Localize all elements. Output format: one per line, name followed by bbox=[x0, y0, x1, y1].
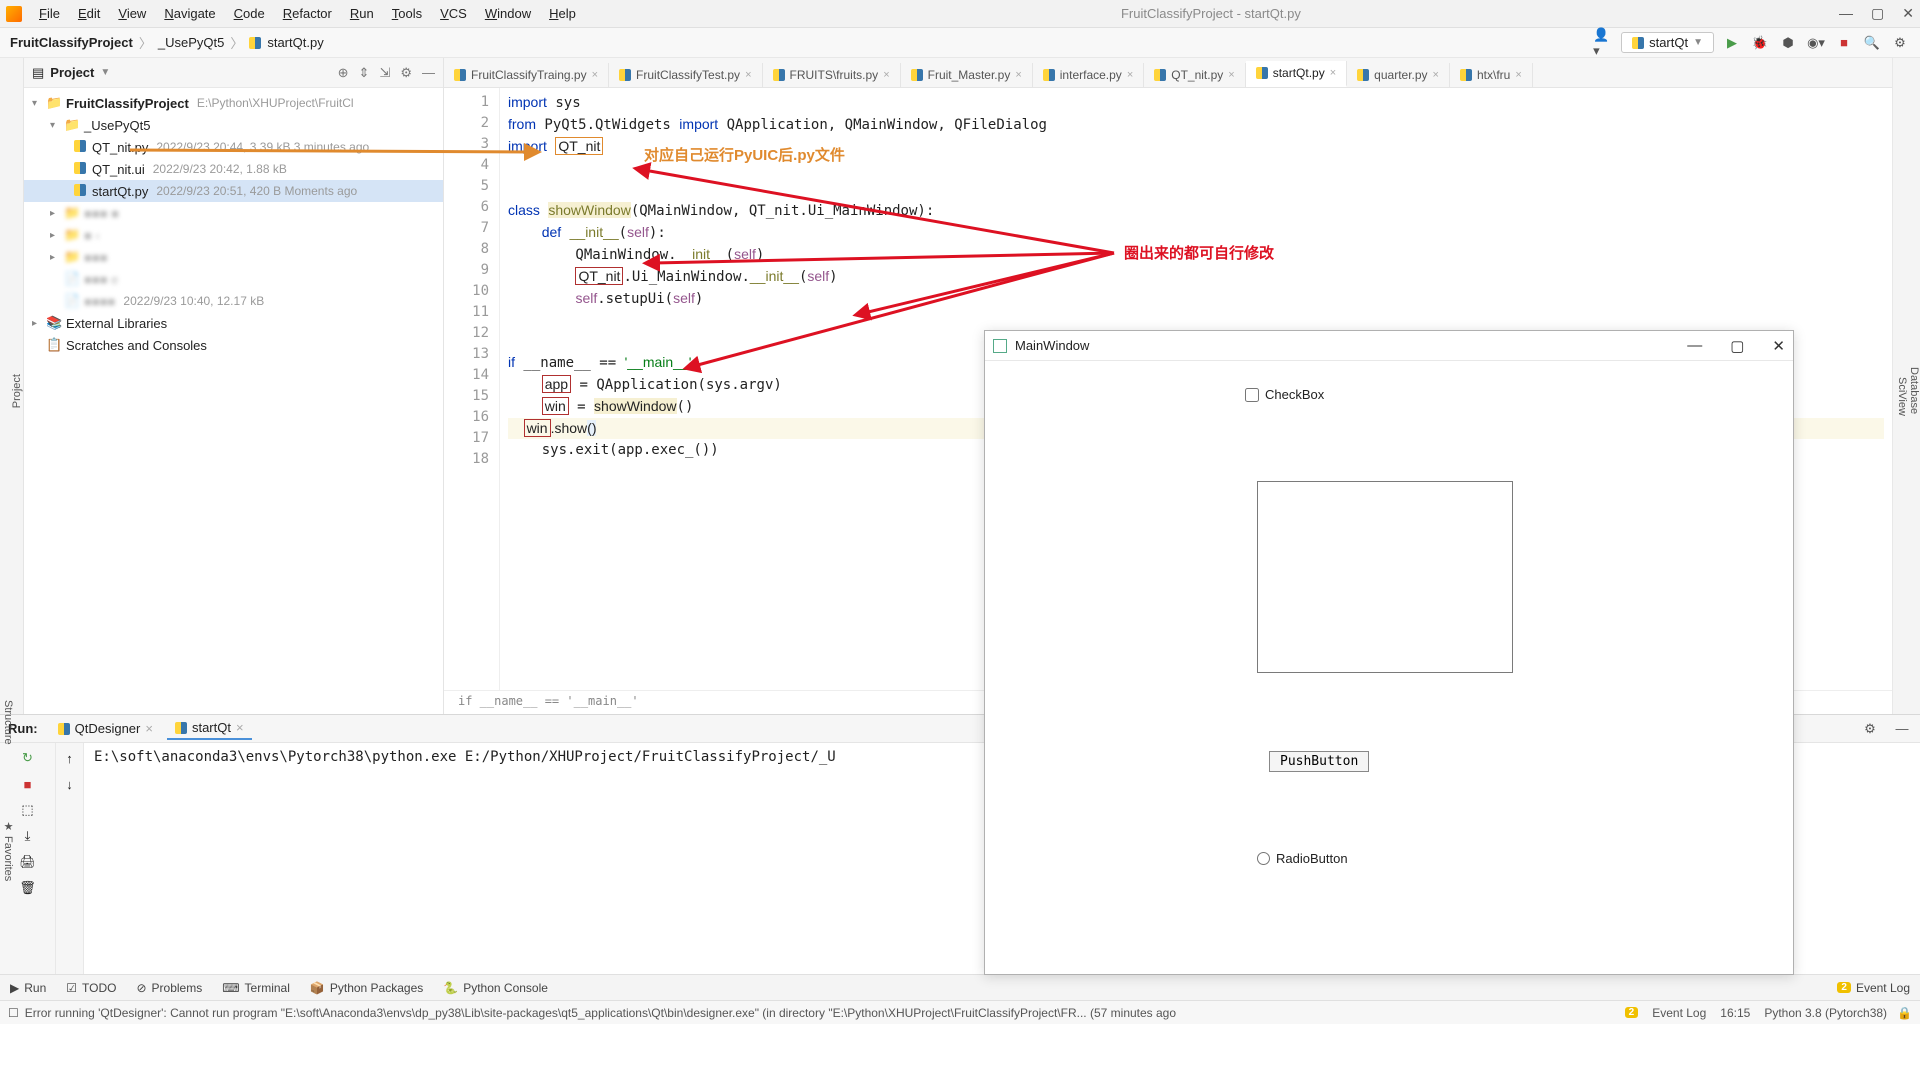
hide-icon[interactable]: — bbox=[422, 65, 435, 81]
editor-tab[interactable]: startQt.py× bbox=[1246, 61, 1347, 87]
tree-root[interactable]: ▾📁 FruitClassifyProject E:\Python\XHUPro… bbox=[24, 92, 443, 114]
menu-view[interactable]: View bbox=[111, 3, 153, 24]
gear-icon[interactable]: ⚙ bbox=[400, 65, 412, 81]
up-icon[interactable]: ↑ bbox=[61, 749, 79, 767]
breadcrumb-file[interactable]: startQt.py bbox=[267, 35, 323, 50]
qt-window-title: MainWindow bbox=[1015, 338, 1089, 353]
external-libraries[interactable]: ▸📚External Libraries bbox=[24, 312, 443, 334]
tree-item[interactable]: 📄■■■ e bbox=[24, 268, 443, 290]
menu-refactor[interactable]: Refactor bbox=[276, 3, 339, 24]
minimize-button[interactable]: — bbox=[1839, 5, 1853, 22]
database-tool-tab[interactable]: Database bbox=[1908, 367, 1920, 414]
tree-file[interactable]: startQt.py2022/9/23 20:51, 420 B Moments… bbox=[24, 180, 443, 202]
editor-tab[interactable]: htx\fru× bbox=[1450, 63, 1533, 87]
qt-close[interactable]: ✕ bbox=[1772, 337, 1785, 355]
rerun-icon[interactable]: ↻ bbox=[19, 749, 37, 767]
project-pane-label: Project bbox=[50, 65, 94, 80]
stop-icon[interactable]: ■ bbox=[1834, 33, 1854, 53]
tree-file[interactable]: QT_nit.py2022/9/23 20:44, 3.39 kB 3 minu… bbox=[24, 136, 443, 158]
window-title: FruitClassifyProject - startQt.py bbox=[583, 6, 1839, 21]
event-log[interactable]: Event Log bbox=[1652, 1006, 1706, 1020]
sciview-tool-tab[interactable]: SciView bbox=[1896, 377, 1908, 416]
editor-tab[interactable]: FruitClassifyTraing.py× bbox=[444, 63, 609, 87]
qt-checkbox[interactable]: CheckBox bbox=[1245, 387, 1324, 402]
editor-tab[interactable]: quarter.py× bbox=[1347, 63, 1450, 87]
run-icon[interactable]: ▶ bbox=[1722, 33, 1742, 53]
status-message: Error running 'QtDesigner': Cannot run p… bbox=[25, 1006, 1176, 1020]
collapse-icon[interactable]: ⇕ bbox=[359, 65, 370, 81]
down-icon[interactable]: ↓ bbox=[61, 775, 79, 793]
tree-folder[interactable]: ▾📁 _UsePyQt5 bbox=[24, 114, 443, 136]
scroll-icon[interactable]: ⤓ bbox=[19, 827, 37, 845]
notification-badge[interactable]: 2 bbox=[1625, 1007, 1639, 1018]
editor-tab[interactable]: QT_nit.py× bbox=[1144, 63, 1245, 87]
menu-run[interactable]: Run bbox=[343, 3, 381, 24]
menu-navigate[interactable]: Navigate bbox=[157, 3, 222, 24]
run-tab[interactable]: QtDesigner× bbox=[50, 717, 161, 740]
menu-file[interactable]: File bbox=[32, 3, 67, 24]
editor-tab[interactable]: interface.py× bbox=[1033, 63, 1144, 87]
event-log-tab[interactable]: 2Event Log bbox=[1837, 981, 1910, 995]
tree-item[interactable]: ▸📁■ ‹ bbox=[24, 224, 443, 246]
search-icon[interactable]: 🔍 bbox=[1862, 33, 1882, 53]
qt-radiobutton[interactable]: RadioButton bbox=[1257, 851, 1348, 866]
coverage-icon[interactable]: ⬢ bbox=[1778, 33, 1798, 53]
python-icon bbox=[1632, 37, 1644, 49]
qt-minimize[interactable]: — bbox=[1687, 337, 1702, 355]
menu-help[interactable]: Help bbox=[542, 3, 583, 24]
interpreter[interactable]: Python 3.8 (Pytorch38) bbox=[1764, 1006, 1887, 1020]
profile-icon[interactable]: ◉▾ bbox=[1806, 33, 1826, 53]
qt-maximize[interactable]: ▢ bbox=[1730, 337, 1744, 355]
bottom-tab-problems[interactable]: ⊘Problems bbox=[136, 981, 202, 995]
scratches[interactable]: 📋Scratches and Consoles bbox=[24, 334, 443, 356]
run-tab[interactable]: startQt× bbox=[167, 717, 252, 740]
app-logo bbox=[6, 6, 22, 22]
maximize-button[interactable]: ▢ bbox=[1871, 5, 1884, 22]
qt-frame bbox=[1257, 481, 1513, 673]
lock-icon[interactable]: 🔒 bbox=[1897, 1006, 1912, 1020]
project-dropdown-icon[interactable]: ▤ bbox=[32, 65, 44, 81]
editor-tab[interactable]: FruitClassifyTest.py× bbox=[609, 63, 762, 87]
bottom-tab-terminal[interactable]: ⌨Terminal bbox=[222, 981, 290, 995]
tree-file[interactable]: QT_nit.ui2022/9/23 20:42, 1.88 kB bbox=[24, 158, 443, 180]
menu-vcs[interactable]: VCS bbox=[433, 3, 474, 24]
bottom-tab-todo[interactable]: ☑TODO bbox=[66, 981, 116, 995]
bottom-tab-run[interactable]: ▶Run bbox=[10, 981, 46, 995]
status-icon[interactable]: ☐ bbox=[8, 1006, 19, 1020]
tree-item[interactable]: 📄■■■■2022/9/23 10:40, 12.17 kB bbox=[24, 290, 443, 312]
qt-pushbutton[interactable]: PushButton bbox=[1269, 751, 1369, 772]
menu-window[interactable]: Window bbox=[478, 3, 538, 24]
menu-code[interactable]: Code bbox=[227, 3, 272, 24]
close-button[interactable]: ✕ bbox=[1902, 5, 1914, 22]
menu-edit[interactable]: Edit bbox=[71, 3, 107, 24]
settings-icon[interactable]: ⚙ bbox=[1890, 33, 1910, 53]
debug-icon[interactable]: 🐞 bbox=[1750, 33, 1770, 53]
editor-tab[interactable]: Fruit_Master.py× bbox=[901, 63, 1033, 87]
menu-tools[interactable]: Tools bbox=[385, 3, 429, 24]
qt-mainwindow[interactable]: MainWindow — ▢ ✕ CheckBox PushButton Rad… bbox=[984, 330, 1794, 975]
expand-icon[interactable]: ⇲ bbox=[379, 65, 390, 81]
target-icon[interactable]: ⊕ bbox=[338, 65, 349, 81]
stop-icon[interactable]: ■ bbox=[19, 775, 37, 793]
caret-position[interactable]: 16:15 bbox=[1720, 1006, 1750, 1020]
editor-tab[interactable]: FRUITS\fruits.py× bbox=[763, 63, 901, 87]
favorites-tool-tab[interactable]: ★ Favorites bbox=[2, 820, 15, 881]
qt-window-icon bbox=[993, 339, 1007, 353]
trash-icon[interactable]: 🗑 bbox=[19, 879, 37, 897]
bottom-tab-python-console[interactable]: 🐍Python Console bbox=[443, 981, 548, 995]
print-icon[interactable]: 🖨 bbox=[19, 853, 37, 871]
tree-item[interactable]: ▸📁■■■ ■ bbox=[24, 202, 443, 224]
user-icon[interactable]: 👤▾ bbox=[1593, 33, 1613, 53]
python-icon bbox=[249, 37, 261, 49]
bottom-tab-python-packages[interactable]: 📦Python Packages bbox=[310, 981, 423, 995]
breadcrumb-root[interactable]: FruitClassifyProject bbox=[10, 35, 133, 50]
project-tool-tab[interactable]: Project bbox=[11, 374, 23, 408]
tree-item[interactable]: ▸📁■■■ bbox=[24, 246, 443, 268]
structure-tool-tab[interactable]: Structure bbox=[2, 700, 14, 745]
hide-icon[interactable]: — bbox=[1892, 719, 1912, 739]
layout-icon[interactable]: ⬚ bbox=[19, 801, 37, 819]
run-config-dropdown[interactable]: startQt ▼ bbox=[1621, 32, 1714, 53]
breadcrumb-folder[interactable]: _UsePyQt5 bbox=[158, 35, 224, 50]
gear-icon[interactable]: ⚙ bbox=[1860, 719, 1880, 739]
